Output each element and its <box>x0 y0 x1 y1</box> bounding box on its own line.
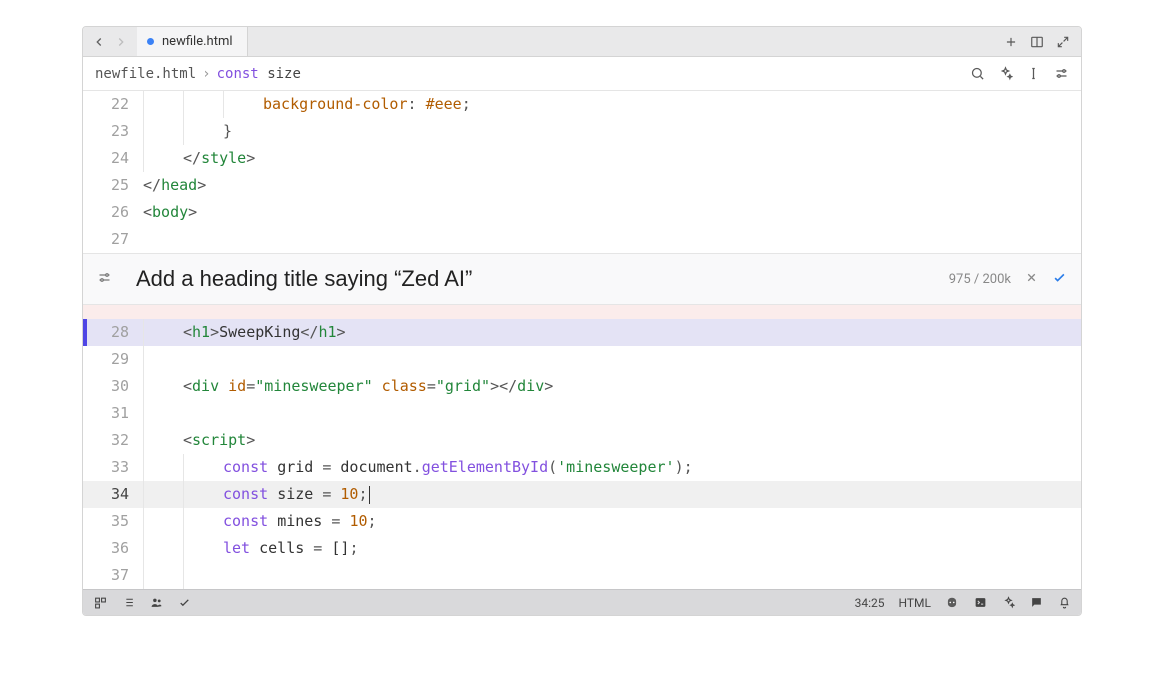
assist-accept-icon[interactable] <box>1052 270 1067 289</box>
nav-forward-icon[interactable] <box>113 35 129 49</box>
code-line-active: 34 const size = 10; <box>83 481 1081 508</box>
language-mode[interactable]: HTML <box>899 596 932 610</box>
editor-window: newfile.html newfile.html › const size <box>82 26 1082 616</box>
code-line: 35 const mines = 10; <box>83 508 1081 535</box>
assist-cancel-icon[interactable] <box>1025 270 1038 288</box>
code-line: 37 <box>83 562 1081 589</box>
project-panel-icon[interactable] <box>93 596 107 610</box>
notifications-icon[interactable] <box>1057 596 1071 610</box>
assist-token-count: 975 / 200k <box>949 272 1011 287</box>
breadcrumb-kw[interactable]: const <box>217 66 259 82</box>
code-line: 36 let cells = []; <box>83 535 1081 562</box>
assist-prompt-text[interactable]: Add a heading title saying “Zed AI” <box>136 266 949 292</box>
diff-deleted-line <box>83 305 1081 319</box>
code-editor[interactable]: 22 background-color: #eee; 23 } 24 </sty… <box>83 91 1081 253</box>
tab-bar: newfile.html <box>83 27 1081 57</box>
tab-label: newfile.html <box>162 34 233 49</box>
text-cursor <box>369 486 370 504</box>
text-cursor-icon[interactable] <box>1025 66 1041 82</box>
new-tab-icon[interactable] <box>1003 34 1019 50</box>
outline-panel-icon[interactable] <box>121 596 135 610</box>
copilot-icon[interactable] <box>945 596 959 610</box>
cursor-position[interactable]: 34:25 <box>855 596 885 610</box>
code-line: 30 <div id="minesweeper" class="grid"></… <box>83 373 1081 400</box>
breadcrumb-sep: › <box>202 66 210 82</box>
diagnostics-ok-icon[interactable] <box>177 596 191 610</box>
feedback-icon[interactable] <box>1029 596 1043 610</box>
code-line: 26 <body> <box>83 199 1081 226</box>
status-bar: 34:25 HTML <box>83 589 1081 615</box>
collab-icon[interactable] <box>149 596 163 610</box>
settings-sliders-icon[interactable] <box>1053 66 1069 82</box>
breadcrumb-ident[interactable]: size <box>267 66 301 82</box>
code-line: 27 <box>83 226 1081 253</box>
code-line: 22 background-color: #eee; <box>83 91 1081 118</box>
code-line: 24 </style> <box>83 145 1081 172</box>
breadcrumb-file[interactable]: newfile.html <box>95 66 196 82</box>
ai-panel-icon[interactable] <box>1001 596 1015 610</box>
nav-back-icon[interactable] <box>91 35 107 49</box>
code-line: 33 const grid = document.getElementById(… <box>83 454 1081 481</box>
expand-icon[interactable] <box>1055 34 1071 50</box>
code-line: 25 </head> <box>83 172 1081 199</box>
tab-newfile[interactable]: newfile.html <box>137 27 248 56</box>
code-line: 29 <box>83 346 1081 373</box>
code-line: 23 } <box>83 118 1081 145</box>
inline-assist-bar: Add a heading title saying “Zed AI” 975 … <box>83 253 1081 305</box>
modified-dot-icon <box>147 38 154 45</box>
code-line: 32 <script> <box>83 427 1081 454</box>
terminal-icon[interactable] <box>973 596 987 610</box>
assist-settings-icon[interactable] <box>97 270 112 289</box>
split-pane-icon[interactable] <box>1029 34 1045 50</box>
breadcrumb-bar: newfile.html › const size <box>83 57 1081 91</box>
diff-added-line: 28 <h1>SweepKing</h1> <box>83 319 1081 346</box>
code-editor-diff[interactable]: 28 <h1>SweepKing</h1> 29 30 <div id="min… <box>83 305 1081 589</box>
assistant-icon[interactable] <box>997 66 1013 82</box>
search-icon[interactable] <box>969 66 985 82</box>
code-line: 31 <box>83 400 1081 427</box>
